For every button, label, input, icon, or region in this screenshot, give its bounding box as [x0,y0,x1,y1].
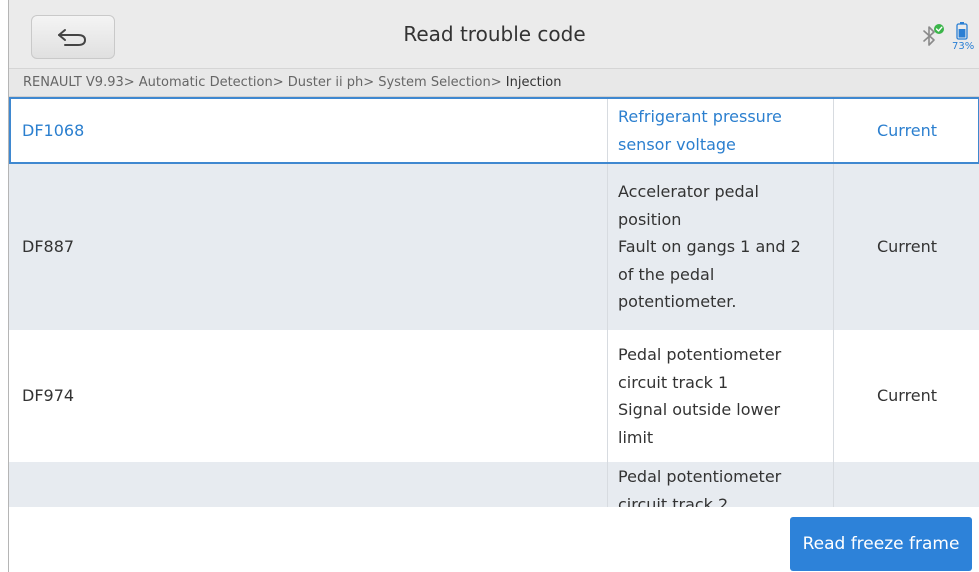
battery-percent: 73% [952,41,975,52]
app-frame: Read trouble code 73% RENAULT V9.93> Aut… [8,0,979,572]
dtc-status: Current [833,164,979,330]
table-row[interactable]: DF887 Accelerator pedal position Fault o… [9,164,979,330]
dtc-description: Refrigerant pressure sensor voltage [607,97,833,164]
table-row[interactable]: DF974 Pedal potentiometer circuit track … [9,330,979,462]
dtc-description: Pedal potentiometer circuit track 2 [607,462,833,507]
dtc-code: DF1068 [22,120,85,140]
dtc-code: DF974 [22,386,75,406]
dtc-status [833,462,979,507]
breadcrumb: RENAULT V9.93> Automatic Detection> Dust… [9,69,979,97]
page-title: Read trouble code [403,22,586,46]
back-button[interactable] [31,15,115,59]
breadcrumb-path: RENAULT V9.93> Automatic Detection> Dust… [23,75,506,90]
dtc-description: Accelerator pedal position Fault on gang… [607,164,833,330]
table-row-selected[interactable]: DF1068 Refrigerant pressure sensor volta… [9,97,979,164]
trouble-code-table[interactable]: DF1068 Refrigerant pressure sensor volta… [9,97,979,507]
dtc-code: DF887 [22,237,75,257]
read-freeze-frame-button[interactable]: Read freeze frame [790,517,972,571]
back-arrow-icon [58,29,87,46]
dtc-status: Current [833,330,979,462]
dtc-description: Pedal potentiometer circuit track 1 Sign… [607,330,833,462]
breadcrumb-current: Injection [505,75,562,90]
table-row[interactable]: Pedal potentiometer circuit track 2 [9,462,979,507]
dtc-status: Current [833,97,979,164]
battery-icon [956,22,968,40]
footer-bar: Read freeze frame [9,507,979,572]
bluetooth-connected-icon [923,24,944,46]
header-bar: Read trouble code 73% [9,0,979,69]
